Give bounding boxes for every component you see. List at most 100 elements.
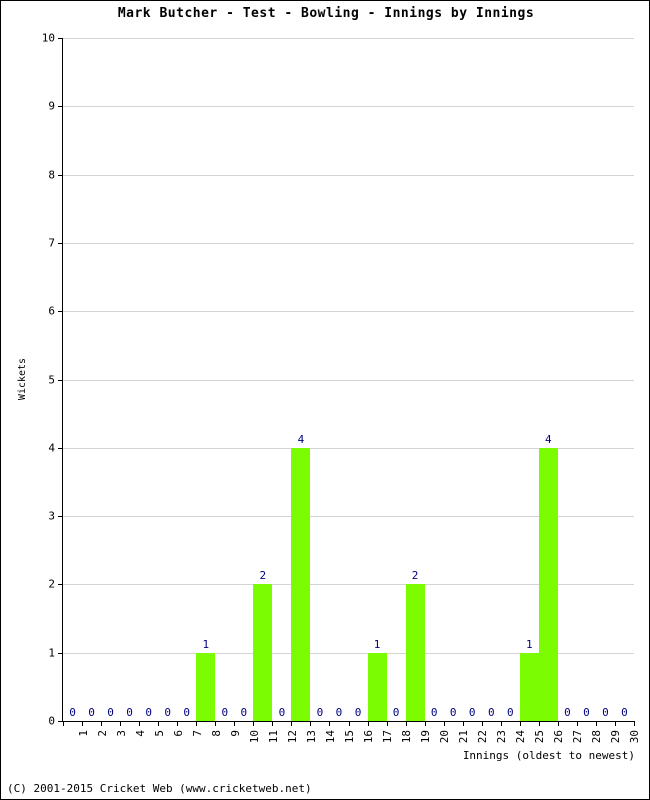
y-axis-tick bbox=[58, 584, 63, 586]
bar-value-label: 0 bbox=[487, 706, 495, 719]
x-axis-tick bbox=[443, 721, 445, 726]
y-axis-tick-label: 4 bbox=[48, 441, 55, 455]
bar-value-label: 2 bbox=[411, 569, 419, 583]
x-axis-tick-label: 17 bbox=[381, 730, 395, 744]
x-axis-tick bbox=[386, 721, 388, 726]
bar-value-label: 0 bbox=[278, 706, 286, 719]
y-axis-tick bbox=[58, 174, 63, 176]
x-axis-tick-label: 18 bbox=[400, 730, 414, 744]
gridline bbox=[63, 174, 634, 176]
gridline bbox=[63, 379, 634, 381]
x-axis-tick-label: 11 bbox=[266, 730, 280, 744]
x-axis-tick bbox=[634, 721, 635, 726]
x-axis-tick-label: 6 bbox=[171, 730, 185, 737]
x-axis-tick bbox=[82, 721, 84, 726]
y-axis-tick bbox=[58, 379, 63, 381]
x-axis-tick bbox=[158, 721, 160, 726]
x-axis-tick bbox=[272, 721, 274, 726]
x-axis-tick bbox=[557, 721, 559, 726]
x-axis-tick bbox=[424, 721, 426, 726]
bar-value-label: 1 bbox=[526, 637, 533, 651]
bar-value-label: 4 bbox=[545, 432, 552, 446]
bar-value-label: 0 bbox=[107, 706, 114, 719]
bar bbox=[405, 584, 425, 721]
bar-value-label: 0 bbox=[583, 706, 590, 719]
x-axis-tick bbox=[101, 721, 103, 726]
x-axis-tick-label: 20 bbox=[438, 730, 452, 744]
x-axis-tick-label: 4 bbox=[133, 730, 147, 737]
bar bbox=[367, 652, 387, 721]
y-axis-title: Wickets bbox=[17, 357, 28, 401]
bar-value-label: 0 bbox=[221, 706, 229, 719]
x-axis-tick-label: 5 bbox=[152, 730, 166, 737]
y-axis-tick bbox=[58, 242, 63, 244]
x-axis-tick-label: 29 bbox=[609, 730, 623, 744]
x-axis-tick-label: 14 bbox=[323, 730, 337, 744]
bar-value-label: 0 bbox=[316, 706, 324, 719]
y-axis-tick bbox=[58, 38, 63, 39]
x-axis-tick bbox=[405, 721, 407, 726]
bar-value-label: 1 bbox=[202, 637, 210, 651]
bar-value-label: 0 bbox=[430, 706, 438, 719]
x-axis-tick-label: 26 bbox=[552, 730, 566, 744]
bar bbox=[519, 652, 539, 721]
gridline bbox=[63, 242, 634, 244]
bar-value-label: 0 bbox=[164, 706, 171, 719]
bar-value-label: 0 bbox=[126, 706, 133, 719]
x-axis-tick bbox=[253, 721, 255, 726]
x-axis-tick bbox=[139, 721, 141, 726]
x-axis-tick-label: 22 bbox=[476, 730, 490, 744]
x-axis-tick-label: 9 bbox=[228, 730, 242, 737]
bar-value-label: 0 bbox=[88, 706, 95, 719]
plot-area: 0 1 2 3 4 5 6 7 8 9 10 0 0 0 0 0 0 0 1 0 0 2 0 4 0 0 0 1 0 2 0 0 0 0 0 1 4 0 0… bbox=[42, 32, 634, 728]
x-axis-tick-label: 27 bbox=[571, 730, 585, 744]
y-axis-tick bbox=[58, 106, 63, 108]
y-axis-tick-label: 0 bbox=[48, 714, 55, 728]
x-axis-tick bbox=[177, 721, 179, 726]
bar-value-label: 1 bbox=[373, 637, 381, 651]
x-axis-tick-label: 10 bbox=[247, 730, 261, 744]
x-axis-tick bbox=[215, 721, 217, 726]
x-axis-tick-label: 2 bbox=[95, 730, 109, 737]
bar-value-label: 0 bbox=[621, 706, 628, 719]
bar-value-label: 0 bbox=[240, 706, 248, 719]
gridline bbox=[63, 106, 634, 108]
x-axis-tick bbox=[481, 721, 483, 726]
x-axis-tick-label: 19 bbox=[419, 730, 433, 744]
x-axis-tick bbox=[595, 721, 597, 726]
x-axis-tick-label: 16 bbox=[362, 730, 376, 744]
x-axis-tick-label: 21 bbox=[457, 730, 471, 744]
y-axis-tick-label: 3 bbox=[48, 509, 55, 523]
bar-value-label: 0 bbox=[145, 706, 152, 719]
bar bbox=[196, 652, 216, 721]
bar-value-label: 0 bbox=[392, 706, 400, 719]
x-axis-tick bbox=[120, 721, 122, 726]
y-axis-tick-label: 5 bbox=[48, 373, 55, 386]
y-axis-tick-label: 6 bbox=[48, 304, 55, 318]
bar-value-label: 4 bbox=[297, 432, 305, 446]
bar bbox=[253, 584, 273, 721]
x-axis-tick-label: 24 bbox=[514, 730, 528, 744]
bar-value-label: 0 bbox=[183, 706, 191, 719]
x-axis-tick bbox=[348, 721, 350, 726]
bar-value-label: 0 bbox=[506, 706, 514, 719]
gridline bbox=[63, 311, 634, 313]
y-axis-tick bbox=[58, 447, 63, 449]
x-axis-tick bbox=[614, 721, 616, 726]
x-axis-tick bbox=[196, 721, 198, 726]
y-axis-tick-label: 7 bbox=[48, 236, 55, 250]
x-axis-tick bbox=[291, 721, 293, 726]
x-axis-tick bbox=[63, 721, 64, 726]
chart-title: Mark Butcher - Test - Bowling - Innings … bbox=[117, 6, 535, 21]
x-axis-tick-label: 23 bbox=[495, 730, 509, 744]
x-axis-tick bbox=[234, 721, 236, 726]
x-axis-tick bbox=[367, 721, 369, 726]
y-axis-tick-label: 8 bbox=[48, 168, 55, 182]
x-axis-title: Innings (oldest to newest) bbox=[462, 749, 635, 762]
x-axis-tick bbox=[310, 721, 312, 726]
y-axis-tick bbox=[58, 311, 63, 313]
x-axis-tick-label: 25 bbox=[533, 730, 547, 744]
x-axis-tick bbox=[329, 721, 331, 726]
bar bbox=[291, 447, 311, 721]
y-axis-tick bbox=[58, 652, 63, 654]
